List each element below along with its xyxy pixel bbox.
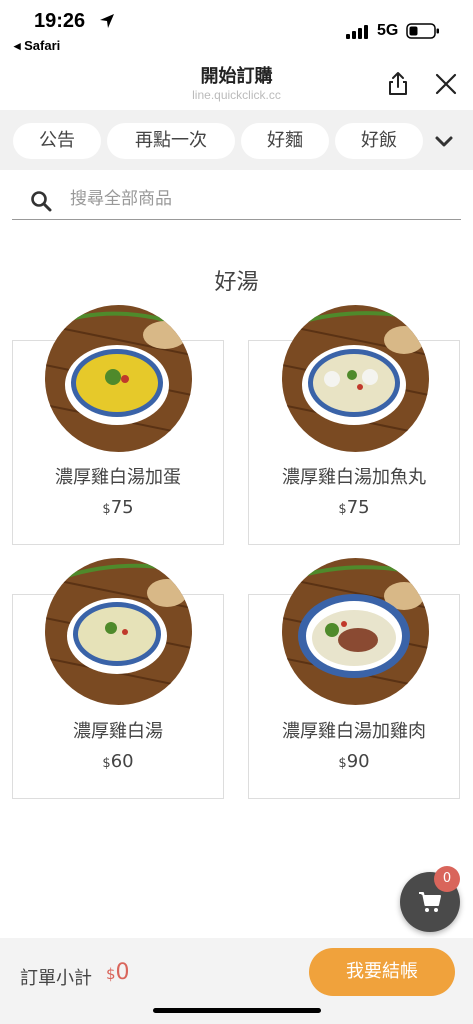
product-name: 濃厚雞白湯加魚丸	[282, 467, 426, 488]
search-input[interactable]	[70, 184, 450, 214]
section-title: 好湯	[214, 270, 259, 295]
subtotal-value: $0	[106, 960, 130, 985]
product-price: $90	[338, 751, 370, 772]
share-icon[interactable]	[384, 70, 412, 98]
product-price: $75	[102, 497, 134, 518]
location-arrow-icon	[100, 14, 114, 28]
category-bar: 公告 再點一次 好麵 好飯	[0, 110, 473, 170]
back-to-safari[interactable]: ◂ Safari	[14, 38, 60, 54]
status-bar: 19:26 ◂ Safari 5G	[0, 0, 473, 56]
signal-bars-icon	[346, 25, 368, 39]
close-icon[interactable]	[432, 70, 460, 98]
product-image[interactable]	[282, 558, 429, 705]
network-type: 5G	[377, 22, 399, 39]
subtotal-label: 訂單小計	[20, 968, 92, 989]
chevron-down-icon[interactable]	[432, 130, 456, 154]
product-price: $60	[102, 751, 134, 772]
cart-count-badge: 0	[434, 866, 460, 892]
category-chip-noodles[interactable]: 好麵	[241, 123, 329, 159]
search-icon	[31, 191, 52, 212]
product-image[interactable]	[45, 558, 192, 705]
status-time: 19:26	[34, 10, 86, 32]
product-name: 濃厚雞白湯加蛋	[55, 467, 181, 488]
product-image[interactable]	[282, 305, 429, 452]
product-image[interactable]	[45, 305, 192, 452]
search-bar	[12, 180, 461, 220]
category-chip-reorder[interactable]: 再點一次	[107, 123, 235, 159]
checkout-button[interactable]: 我要結帳	[309, 948, 455, 996]
battery-icon	[406, 23, 439, 39]
product-name: 濃厚雞白湯加雞肉	[282, 721, 426, 742]
product-name: 濃厚雞白湯	[73, 721, 163, 742]
product-price: $75	[338, 497, 370, 518]
home-indicator[interactable]	[153, 1008, 321, 1013]
category-chip-rice[interactable]: 好飯	[335, 123, 423, 159]
category-chip-announcement[interactable]: 公告	[13, 123, 101, 159]
header: 開始訂購 line.quickclick.cc	[0, 56, 473, 110]
cart-icon	[419, 892, 441, 912]
